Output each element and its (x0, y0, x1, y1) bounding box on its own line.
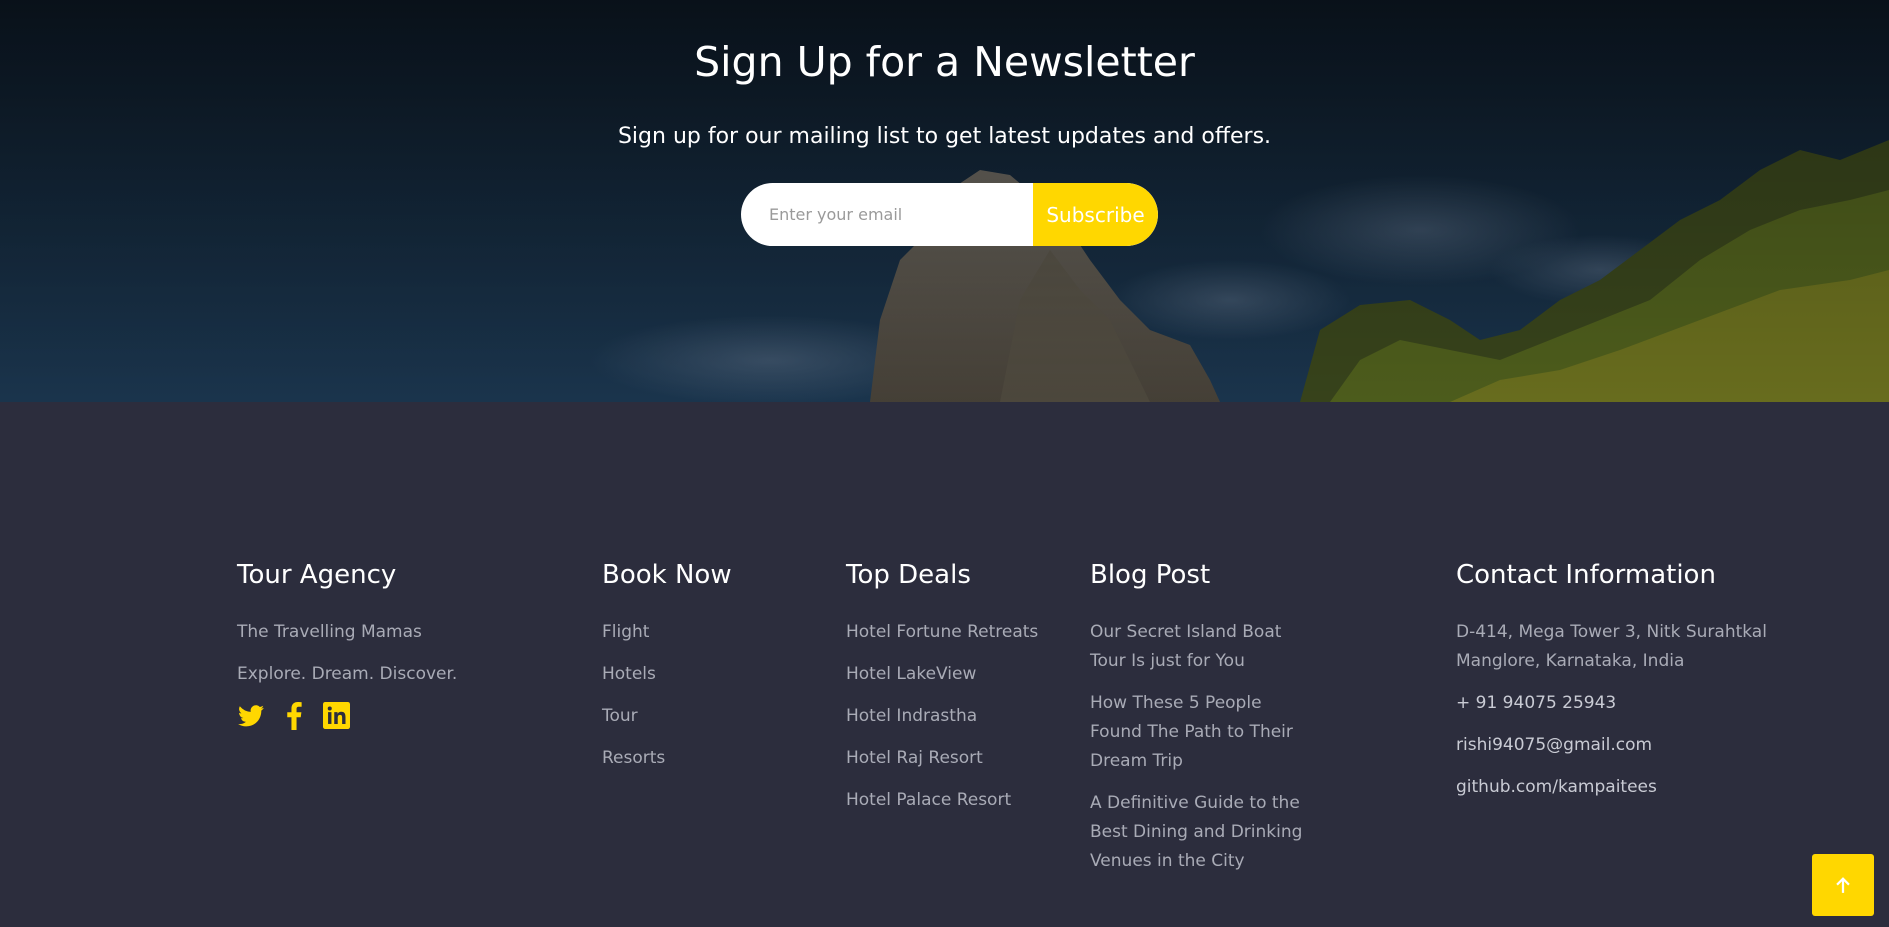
back-to-top-button[interactable] (1812, 854, 1874, 916)
newsletter-title: Sign Up for a Newsletter (694, 38, 1195, 86)
footer-col-tour-agency: Tour Agency The Travelling Mamas Explore… (237, 558, 458, 730)
link-flight[interactable]: Flight (602, 618, 732, 647)
footer-col-book-now: Book Now Flight Hotels Tour Resorts (602, 558, 732, 786)
footer-heading-blog-post: Blog Post (1090, 560, 1211, 590)
facebook-icon[interactable] (280, 701, 307, 730)
link-hotel-lakeview[interactable]: Hotel LakeView (846, 660, 1038, 689)
footer-col-blog-post: Blog Post Our Secret Island Boat Tour Is… (1090, 558, 1310, 889)
blog-post-link[interactable]: How These 5 People Found The Path to The… (1090, 689, 1310, 776)
email-input[interactable] (741, 183, 1033, 246)
newsletter-section: Sign Up for a Newsletter Sign up for our… (0, 0, 1889, 402)
agency-tagline: Explore. Dream. Discover. (237, 664, 458, 684)
footer-col-contact: Contact Information D-414, Mega Tower 3,… (1456, 558, 1776, 815)
link-resorts[interactable]: Resorts (602, 744, 732, 773)
footer-heading-tour-agency: Tour Agency (237, 560, 397, 590)
newsletter-form: Subscribe (741, 183, 1158, 246)
arrow-up-icon (1836, 877, 1850, 893)
link-hotel-palace-resort[interactable]: Hotel Palace Resort (846, 786, 1038, 815)
footer-col-top-deals: Top Deals Hotel Fortune Retreats Hotel L… (846, 558, 1038, 828)
blog-post-link[interactable]: A Definitive Guide to the Best Dining an… (1090, 789, 1310, 876)
contact-phone: + 91 94075 25943 (1456, 693, 1617, 713)
social-links (237, 701, 457, 730)
newsletter-subtitle: Sign up for our mailing list to get late… (617, 124, 1272, 149)
twitter-icon[interactable] (237, 702, 264, 729)
footer-heading-contact: Contact Information (1456, 560, 1716, 590)
contact-address: D-414, Mega Tower 3, Nitk Surahtkal Mang… (1456, 622, 1767, 671)
link-hotel-indrastha[interactable]: Hotel Indrastha (846, 702, 1038, 731)
footer-heading-book-now: Book Now (602, 560, 732, 590)
subscribe-button[interactable]: Subscribe (1033, 183, 1158, 246)
footer-heading-top-deals: Top Deals (846, 560, 971, 590)
link-tour[interactable]: Tour (602, 702, 732, 731)
contact-email: rishi94075@gmail.com (1456, 735, 1653, 755)
link-hotel-raj-resort[interactable]: Hotel Raj Resort (846, 744, 1038, 773)
contact-github: github.com/kampaitees (1456, 777, 1657, 797)
blog-post-link[interactable]: Our Secret Island Boat Tour Is just for … (1090, 618, 1310, 676)
linkedin-icon[interactable] (323, 702, 350, 729)
link-hotels[interactable]: Hotels (602, 660, 732, 689)
link-hotel-fortune-retreats[interactable]: Hotel Fortune Retreats (846, 618, 1038, 647)
agency-name: The Travelling Mamas (237, 622, 422, 642)
